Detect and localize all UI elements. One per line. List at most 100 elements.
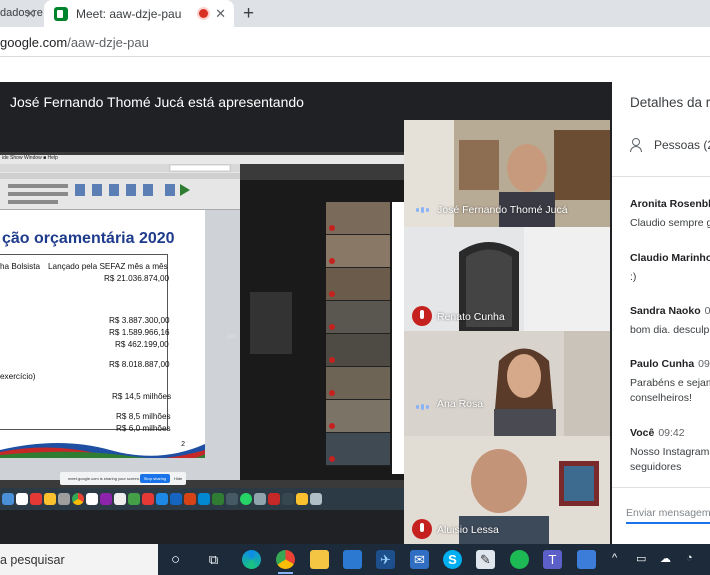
thumbnail <box>326 202 390 235</box>
shared-gray-card <box>250 292 292 354</box>
ribbon-icons <box>0 164 240 204</box>
app-icon <box>100 493 112 505</box>
thumbnail <box>326 433 390 466</box>
participant-video <box>404 436 610 544</box>
slide-decor-wave <box>0 443 205 458</box>
app-icon <box>128 493 140 505</box>
thumbnail <box>326 268 390 301</box>
shared-chat-column <box>392 202 404 474</box>
app-icon <box>254 493 266 505</box>
thumbnail <box>326 400 390 433</box>
people-icon <box>630 138 648 152</box>
app-icon <box>198 493 210 505</box>
teams-icon[interactable]: T <box>543 550 562 569</box>
divider <box>612 176 710 177</box>
tab-title: Meet: aaw-dzje-pau <box>76 6 182 21</box>
app-icon <box>86 493 98 505</box>
chat-message: Você 09:42 Nosso Instagram seguidores <box>630 427 710 473</box>
store-icon[interactable] <box>343 550 362 569</box>
task-view-icon[interactable]: ⧉ <box>204 550 223 569</box>
app-icon <box>58 493 70 505</box>
cortana-icon[interactable]: ○ <box>166 550 185 569</box>
windows-taskbar: a pesquisar ○ ⧉ ✈ ✉ S ✎ T ^ ▭ ☁ ◔ <box>0 544 710 575</box>
powerpoint-icon <box>184 493 196 505</box>
app-icon <box>156 493 168 505</box>
shared-thumbnails <box>326 202 390 474</box>
app-icon <box>296 493 308 505</box>
edge-icon[interactable] <box>242 550 261 569</box>
calendar-icon <box>16 493 28 505</box>
chat-message: Paulo Cunha09:3 Parabéns e sejam conselh… <box>630 358 710 404</box>
app-icon <box>282 493 294 505</box>
paint-icon[interactable]: ✎ <box>476 550 495 569</box>
battery-icon[interactable]: ▭ <box>636 552 646 565</box>
acrobat-icon <box>268 493 280 505</box>
app-icon <box>114 493 126 505</box>
mic-off-icon <box>329 456 335 462</box>
chat-message: Claudio Marinho :) <box>630 252 710 283</box>
slide-value: R$ 462.199,00 <box>115 340 169 349</box>
participant-name: Renato Cunha <box>437 311 505 323</box>
tab-dados[interactable]: dados re ✕ <box>0 0 44 27</box>
wifi-icon[interactable]: ◔ <box>686 552 693 564</box>
slide-title: ção orçamentária 2020 <box>2 230 175 247</box>
chat-message: Sandra Naoko09 bom dia. desculp <box>630 305 710 336</box>
chrome-icon[interactable] <box>276 550 295 574</box>
mic-off-icon <box>329 225 335 231</box>
new-tab-button[interactable]: + <box>243 3 254 25</box>
people-tray-icon[interactable]: ☁ <box>660 552 671 565</box>
chat-message: Aronita Rosenbla Claudio sempre g <box>630 198 710 229</box>
slide-note: exercício) <box>0 372 36 381</box>
slide-col2-header: Lançado pela SEFAZ mês a mês <box>48 262 168 271</box>
participant-name: José Fernando Thomé Jucá <box>437 204 568 216</box>
app-icon[interactable]: ✈ <box>376 550 395 569</box>
chat-message-input[interactable]: Enviar mensagem <box>626 507 710 524</box>
thumbnail <box>326 367 390 400</box>
file-explorer-icon[interactable] <box>310 550 329 569</box>
mic-off-icon <box>329 258 335 264</box>
slide-value: R$ 1.589.966,16 <box>109 328 170 337</box>
thumbnail <box>326 334 390 367</box>
stop-sharing-button[interactable]: Stop sharing <box>140 474 170 483</box>
mic-off-icon <box>329 357 335 363</box>
mic-off-icon <box>329 291 335 297</box>
slide-col1-header: ha Bolsista <box>0 262 41 271</box>
tab-people[interactable]: Pessoas (2 <box>630 138 710 152</box>
slide-value: R$ 8.018.887,00 <box>109 360 170 369</box>
spotify-icon[interactable] <box>510 550 529 569</box>
url-text[interactable]: google.com/aaw-dzje-pau <box>0 35 149 50</box>
meeting-details-panel: Detalhes da re Pessoas (2 Aronita Rosenb… <box>612 82 710 544</box>
shared-screen: ide Show Window ■ Help ção orçamentária … <box>0 152 404 510</box>
word-icon <box>170 493 182 505</box>
slide-value: R$ 6,0 milhões <box>116 424 171 433</box>
close-icon[interactable]: ✕ <box>215 6 226 22</box>
app-icon <box>30 493 42 505</box>
taskbar-search-input[interactable]: a pesquisar <box>0 544 158 575</box>
panel-title: Detalhes da re <box>630 95 710 110</box>
photos-icon[interactable] <box>577 550 596 569</box>
mail-icon[interactable]: ✉ <box>410 550 429 569</box>
participant-tile[interactable]: Ana Rosa <box>404 331 610 436</box>
hide-button[interactable]: Hide <box>174 476 182 481</box>
mic-off-icon <box>329 390 335 396</box>
shared-gray-text: dos <box>227 334 237 340</box>
participant-tile[interactable]: Aluisio Lessa <box>404 436 610 544</box>
slide-value: R$ 3.887.300,00 <box>109 316 170 325</box>
ppt-ribbon <box>0 164 240 210</box>
mic-off-icon <box>329 324 335 330</box>
recording-indicator-icon <box>199 9 208 18</box>
participant-video <box>404 227 610 331</box>
participant-tile[interactable]: Renato Cunha <box>404 227 610 331</box>
chrome-icon <box>72 493 84 505</box>
chevron-up-icon[interactable]: ^ <box>612 552 617 564</box>
address-bar[interactable]: google.com/aaw-dzje-pau <box>0 27 710 57</box>
presenting-banner: José Fernando Thomé Jucá está apresentan… <box>10 94 304 110</box>
participant-tile[interactable]: José Fernando Thomé Jucá <box>404 120 610 227</box>
powerpoint-window: ção orçamentária 2020 ha Bolsista Lançad… <box>0 164 240 480</box>
close-icon[interactable]: ✕ <box>25 6 36 22</box>
tab-meet[interactable]: Meet: aaw-dzje-pau ✕ <box>44 0 234 27</box>
skype-icon[interactable]: S <box>443 550 462 569</box>
page-top-bar <box>0 57 710 82</box>
mic-off-icon <box>329 423 335 429</box>
mic-off-icon <box>412 519 432 539</box>
